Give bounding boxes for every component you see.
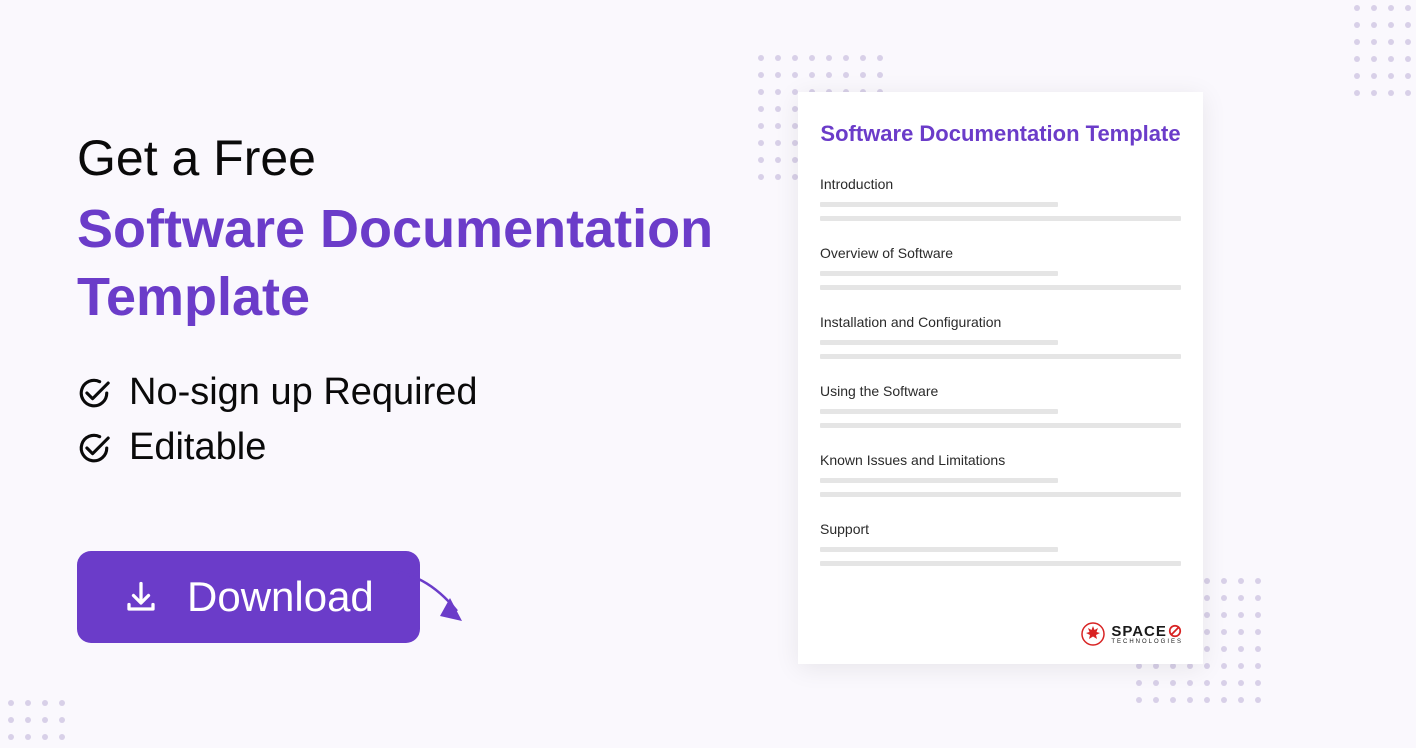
arrow-curved-icon bbox=[372, 566, 482, 636]
feature-item: No-sign up Required bbox=[77, 371, 727, 414]
preview-section-label: Overview of Software bbox=[820, 245, 1181, 261]
preview-section: Installation and Configuration bbox=[820, 314, 1181, 359]
preview-section-label: Installation and Configuration bbox=[820, 314, 1181, 330]
text-stub bbox=[820, 478, 1058, 483]
logo-sub-text: TECHNOLOGIES bbox=[1111, 639, 1183, 645]
preview-section-label: Using the Software bbox=[820, 383, 1181, 399]
text-stub bbox=[820, 492, 1181, 497]
text-stub bbox=[820, 271, 1058, 276]
text-stub bbox=[820, 423, 1181, 428]
preview-section-label: Introduction bbox=[820, 176, 1181, 192]
text-stub bbox=[820, 340, 1058, 345]
feature-item: Editable bbox=[77, 426, 727, 469]
preview-section: Overview of Software bbox=[820, 245, 1181, 290]
text-stub bbox=[820, 202, 1058, 207]
preview-section: Known Issues and Limitations bbox=[820, 452, 1181, 497]
text-stub bbox=[820, 561, 1181, 566]
preview-section: Introduction bbox=[820, 176, 1181, 221]
dots-decoration-bottom-left bbox=[8, 700, 65, 740]
preview-section-label: Known Issues and Limitations bbox=[820, 452, 1181, 468]
logo-main-text: SPACE bbox=[1111, 624, 1167, 639]
maple-leaf-icon bbox=[1081, 622, 1105, 646]
preview-section: Support bbox=[820, 521, 1181, 566]
download-button-label: Download bbox=[187, 573, 374, 621]
feature-label: No-sign up Required bbox=[129, 371, 478, 414]
download-button[interactable]: Download bbox=[77, 551, 420, 643]
headline-main: Software Documentation Template bbox=[77, 196, 727, 331]
text-stub bbox=[820, 547, 1058, 552]
text-stub bbox=[820, 409, 1058, 414]
text-stub bbox=[820, 285, 1181, 290]
text-stub bbox=[820, 216, 1181, 221]
no-symbol-icon bbox=[1168, 624, 1182, 638]
dots-decoration-top-right bbox=[1354, 5, 1411, 96]
preview-section: Using the Software bbox=[820, 383, 1181, 428]
check-circle-icon bbox=[77, 376, 111, 410]
preview-title: Software Documentation Template bbox=[820, 120, 1181, 148]
download-icon bbox=[123, 579, 159, 615]
preview-section-label: Support bbox=[820, 521, 1181, 537]
template-preview-card: Software Documentation Template Introduc… bbox=[798, 92, 1203, 664]
headline-pre: Get a Free bbox=[77, 128, 727, 188]
text-stub bbox=[820, 354, 1181, 359]
hero-text-block: Get a Free Software Documentation Templa… bbox=[77, 128, 727, 643]
check-circle-icon bbox=[77, 431, 111, 465]
feature-label: Editable bbox=[129, 426, 266, 469]
preview-logo: SPACE TECHNOLOGIES bbox=[1081, 622, 1183, 646]
